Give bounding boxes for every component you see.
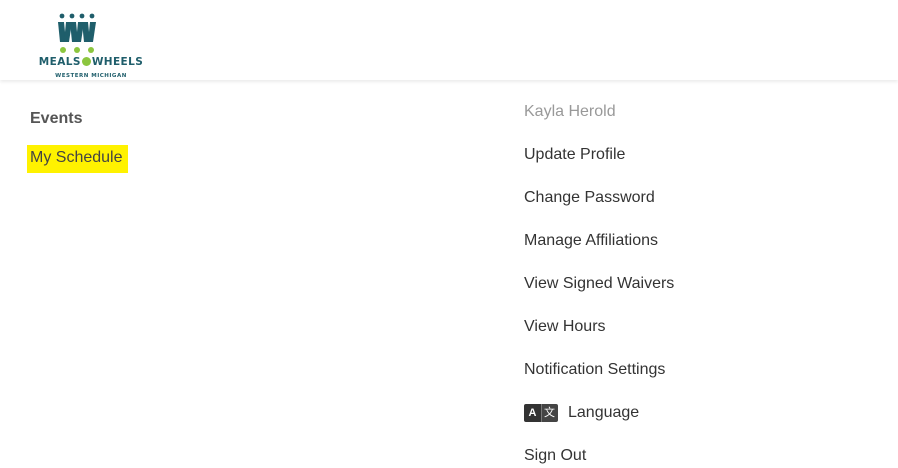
logo-word-meals: MEALS: [38, 56, 81, 68]
menu-item-label: Notification Settings: [524, 361, 666, 378]
menu-item-label: Language: [568, 404, 640, 421]
menu-item-view-signed-waivers[interactable]: View Signed Waivers: [524, 272, 884, 296]
site-header: MEALS WHEELS WESTERN MICHIGAN: [0, 0, 898, 80]
meals-on-wheels-logo[interactable]: MEALS WHEELS WESTERN MICHIGAN: [30, 8, 170, 80]
logo-word-wheels: WHEELS: [91, 56, 144, 68]
logo-on-dot-icon: [81, 57, 91, 66]
menu-item-manage-affiliations[interactable]: Manage Affiliations: [524, 229, 884, 253]
nav-link-my-schedule[interactable]: My Schedule: [27, 145, 128, 173]
menu-item-label: Update Profile: [524, 146, 626, 163]
translate-icon-cjk: 文: [541, 404, 558, 422]
menu-item-change-password[interactable]: Change Password: [524, 186, 884, 210]
menu-item-view-hours[interactable]: View Hours: [524, 315, 884, 339]
translate-icon-latin: A: [524, 404, 541, 422]
user-name: Kayla Herold: [524, 103, 616, 120]
menu-item-label: View Hours: [524, 318, 606, 335]
menu-item-update-profile[interactable]: Update Profile: [524, 143, 884, 167]
logo-tagline: WESTERN MICHIGAN: [55, 73, 127, 79]
menu-item-label: Change Password: [524, 189, 655, 206]
menu-item-notification-settings[interactable]: Notification Settings: [524, 358, 884, 382]
menu-item-language[interactable]: A 文 Language: [524, 401, 884, 425]
logo-wordmark: MEALS WHEELS: [30, 56, 152, 68]
wheels-logo-mark-icon: [58, 13, 96, 53]
menu-item-sign-out[interactable]: Sign Out: [524, 444, 884, 468]
menu-item-label: View Signed Waivers: [524, 275, 675, 292]
menu-item-label: Sign Out: [524, 447, 587, 464]
nav-heading-events: Events: [30, 110, 83, 127]
user-menu: Kayla Herold Update Profile Change Passw…: [524, 100, 884, 468]
menu-item-label: Manage Affiliations: [524, 232, 659, 249]
translate-icon: A 文: [524, 404, 558, 422]
